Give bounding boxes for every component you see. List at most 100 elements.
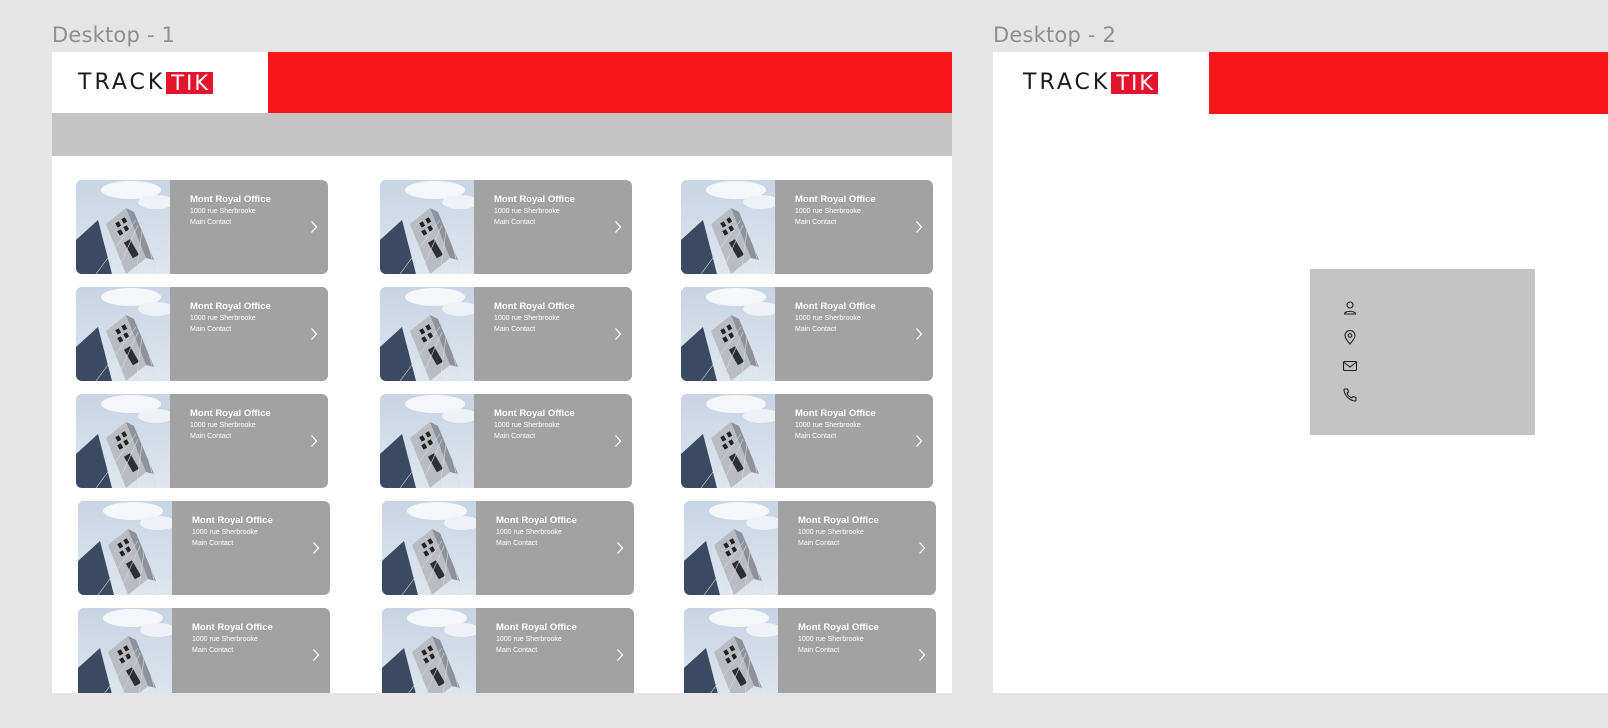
site-card[interactable]: Mont Royal Office 1000 rue Sherbrooke Ma… bbox=[380, 180, 632, 274]
site-card-address: 1000 rue Sherbrooke bbox=[190, 422, 256, 429]
site-card-title: Mont Royal Office bbox=[795, 408, 876, 419]
site-card-title: Mont Royal Office bbox=[496, 515, 577, 526]
chevron-right-icon[interactable] bbox=[312, 541, 320, 555]
site-card-address: 1000 rue Sherbrooke bbox=[192, 529, 258, 536]
site-card-contact: Main Contact bbox=[190, 219, 232, 226]
frame-label-desktop-1: Desktop - 1 bbox=[52, 23, 176, 47]
contact-info-panel bbox=[1310, 269, 1535, 435]
site-card-contact: Main Contact bbox=[795, 433, 837, 440]
site-card-address: 1000 rue Sherbrooke bbox=[496, 529, 562, 536]
site-card[interactable]: Mont Royal Office 1000 rue Sherbrooke Ma… bbox=[684, 501, 936, 595]
site-card[interactable]: Mont Royal Office 1000 rue Sherbrooke Ma… bbox=[76, 394, 328, 488]
chevron-right-icon[interactable] bbox=[918, 541, 926, 555]
site-card-address: 1000 rue Sherbrooke bbox=[795, 422, 861, 429]
site-card-contact: Main Contact bbox=[795, 326, 837, 333]
site-card[interactable]: Mont Royal Office 1000 rue Sherbrooke Ma… bbox=[681, 287, 933, 381]
building-photo bbox=[78, 608, 172, 693]
site-card-title: Mont Royal Office bbox=[496, 622, 577, 633]
building-photo bbox=[382, 501, 476, 595]
site-card[interactable]: Mont Royal Office 1000 rue Sherbrooke Ma… bbox=[380, 394, 632, 488]
chevron-right-icon[interactable] bbox=[310, 220, 318, 234]
site-card[interactable]: Mont Royal Office 1000 rue Sherbrooke Ma… bbox=[78, 501, 330, 595]
site-card-address: 1000 rue Sherbrooke bbox=[494, 315, 560, 322]
header-logo-area: TRACK TIK bbox=[52, 52, 268, 113]
site-card-title: Mont Royal Office bbox=[192, 622, 273, 633]
site-card-contact: Main Contact bbox=[494, 326, 536, 333]
site-card[interactable]: Mont Royal Office 1000 rue Sherbrooke Ma… bbox=[681, 394, 933, 488]
site-card[interactable]: Mont Royal Office 1000 rue Sherbrooke Ma… bbox=[78, 608, 330, 693]
site-card[interactable]: Mont Royal Office 1000 rue Sherbrooke Ma… bbox=[380, 287, 632, 381]
site-card-contact: Main Contact bbox=[192, 647, 234, 654]
chevron-right-icon[interactable] bbox=[614, 434, 622, 448]
toolbar-strip bbox=[52, 113, 952, 156]
logo-text-tik: TIK bbox=[1111, 72, 1159, 94]
site-card-title: Mont Royal Office bbox=[798, 515, 879, 526]
chevron-right-icon[interactable] bbox=[614, 220, 622, 234]
frame-label-desktop-2: Desktop - 2 bbox=[993, 23, 1117, 47]
header-logo-area: TRACK TIK bbox=[993, 52, 1209, 114]
desktop-2-frame: TRACK TIK bbox=[993, 52, 1608, 693]
chevron-right-icon[interactable] bbox=[614, 327, 622, 341]
site-card-address: 1000 rue Sherbrooke bbox=[190, 208, 256, 215]
site-card-contact: Main Contact bbox=[190, 433, 232, 440]
site-card-address: 1000 rue Sherbrooke bbox=[192, 636, 258, 643]
site-card-contact: Main Contact bbox=[496, 647, 538, 654]
building-photo bbox=[681, 287, 775, 381]
site-card-address: 1000 rue Sherbrooke bbox=[496, 636, 562, 643]
chevron-right-icon[interactable] bbox=[310, 327, 318, 341]
site-card-address: 1000 rue Sherbrooke bbox=[795, 315, 861, 322]
building-photo bbox=[380, 287, 474, 381]
building-photo bbox=[76, 287, 170, 381]
site-card-title: Mont Royal Office bbox=[190, 408, 271, 419]
building-photo bbox=[382, 608, 476, 693]
building-photo bbox=[76, 394, 170, 488]
site-card-contact: Main Contact bbox=[494, 219, 536, 226]
chevron-right-icon[interactable] bbox=[915, 434, 923, 448]
chevron-right-icon[interactable] bbox=[616, 648, 624, 662]
site-card-title: Mont Royal Office bbox=[494, 408, 575, 419]
site-card-address: 1000 rue Sherbrooke bbox=[494, 208, 560, 215]
site-card[interactable]: Mont Royal Office 1000 rue Sherbrooke Ma… bbox=[76, 287, 328, 381]
building-photo bbox=[684, 501, 778, 595]
building-photo bbox=[681, 394, 775, 488]
chevron-right-icon[interactable] bbox=[310, 434, 318, 448]
header-red-bar bbox=[1209, 52, 1608, 114]
site-card-contact: Main Contact bbox=[496, 540, 538, 547]
building-photo bbox=[78, 501, 172, 595]
phone-icon bbox=[1343, 388, 1357, 402]
person-icon bbox=[1343, 301, 1357, 315]
header-red-bar bbox=[268, 52, 952, 113]
chevron-right-icon[interactable] bbox=[915, 220, 923, 234]
site-card-title: Mont Royal Office bbox=[795, 301, 876, 312]
building-photo bbox=[76, 180, 170, 274]
site-card-title: Mont Royal Office bbox=[494, 301, 575, 312]
chevron-right-icon[interactable] bbox=[312, 648, 320, 662]
logo-text-track: TRACK bbox=[1023, 70, 1111, 95]
site-card-title: Mont Royal Office bbox=[190, 194, 271, 205]
tracktik-logo[interactable]: TRACK TIK bbox=[1023, 70, 1159, 95]
tracktik-logo[interactable]: TRACK TIK bbox=[78, 71, 214, 95]
building-photo bbox=[684, 608, 778, 693]
chevron-right-icon[interactable] bbox=[616, 541, 624, 555]
site-card-address: 1000 rue Sherbrooke bbox=[798, 636, 864, 643]
site-card[interactable]: Mont Royal Office 1000 rue Sherbrooke Ma… bbox=[382, 608, 634, 693]
site-card-title: Mont Royal Office bbox=[494, 194, 575, 205]
site-card[interactable]: Mont Royal Office 1000 rue Sherbrooke Ma… bbox=[382, 501, 634, 595]
site-card-address: 1000 rue Sherbrooke bbox=[190, 315, 256, 322]
desktop-1-frame: TRACK TIK Mont Royal Office 1000 rue She… bbox=[52, 52, 952, 693]
chevron-right-icon[interactable] bbox=[915, 327, 923, 341]
site-card-title: Mont Royal Office bbox=[798, 622, 879, 633]
site-card-contact: Main Contact bbox=[494, 433, 536, 440]
site-card-address: 1000 rue Sherbrooke bbox=[494, 422, 560, 429]
site-card-contact: Main Contact bbox=[190, 326, 232, 333]
chevron-right-icon[interactable] bbox=[918, 648, 926, 662]
building-photo bbox=[380, 394, 474, 488]
mail-icon bbox=[1342, 360, 1358, 372]
building-photo bbox=[681, 180, 775, 274]
location-pin-icon bbox=[1344, 330, 1356, 345]
site-card-contact: Main Contact bbox=[798, 647, 840, 654]
site-card[interactable]: Mont Royal Office 1000 rue Sherbrooke Ma… bbox=[76, 180, 328, 274]
site-card[interactable]: Mont Royal Office 1000 rue Sherbrooke Ma… bbox=[684, 608, 936, 693]
site-card-contact: Main Contact bbox=[795, 219, 837, 226]
site-card[interactable]: Mont Royal Office 1000 rue Sherbrooke Ma… bbox=[681, 180, 933, 274]
